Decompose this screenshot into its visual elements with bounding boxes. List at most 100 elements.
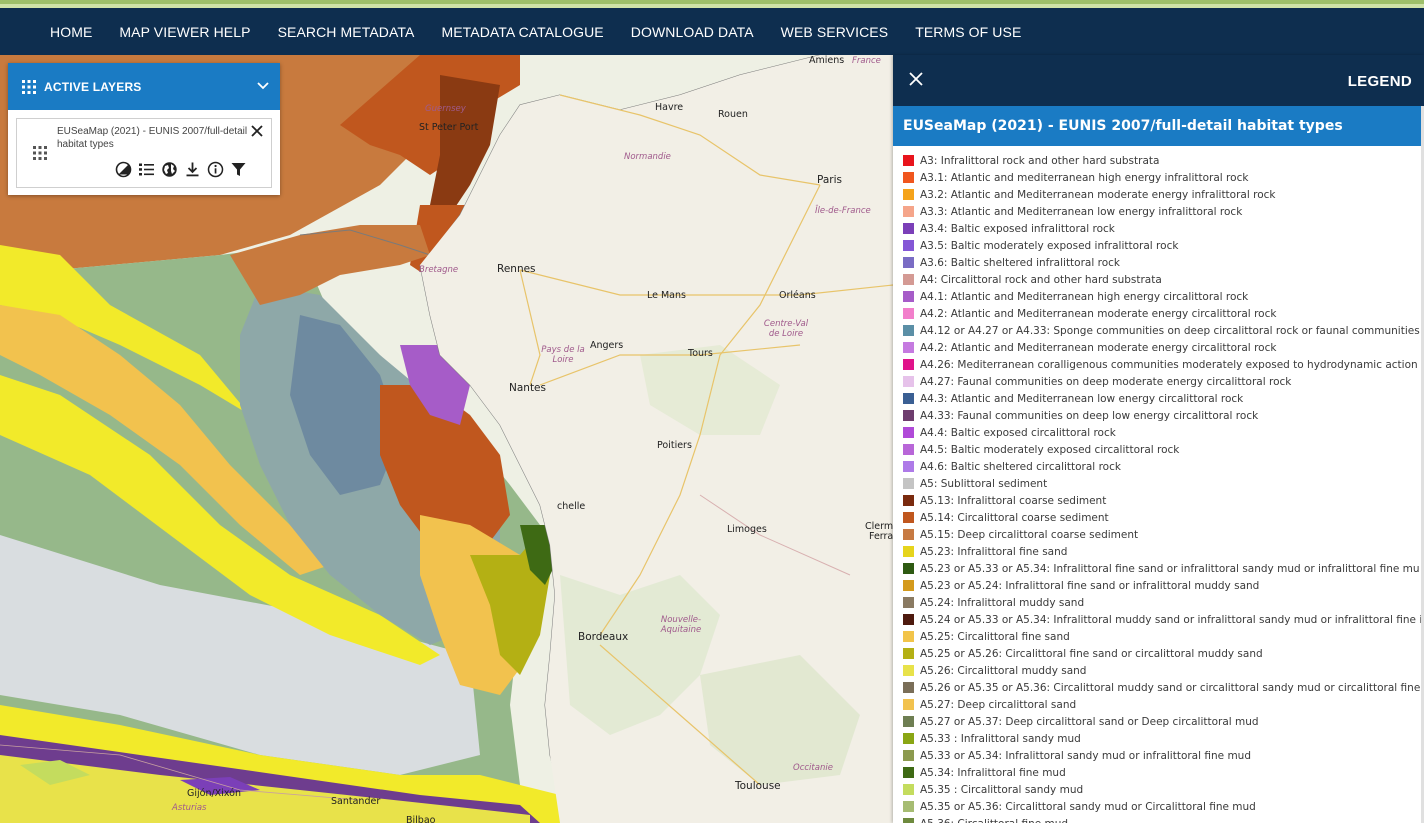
legend-item-label: A4.3: Atlantic and Mediterranean low ene… [920,392,1244,405]
layer-toolbar [115,161,247,178]
legend-item-label: A5.24: Infralittoral muddy sand [920,596,1085,609]
legend-swatch [903,427,914,438]
place-bordeaux: Bordeaux [578,631,629,643]
legend-swatch [903,257,914,268]
legend-swatch [903,308,914,319]
legend-list-icon[interactable] [138,161,155,178]
legend-item-label: A4.2: Atlantic and Mediterranean moderat… [920,307,1277,320]
legend-item-label: A5: Sublittoral sediment [920,477,1048,490]
legend-item: A4.4: Baltic exposed circalittoral rock [893,424,1424,441]
main-navbar: HOME MAP VIEWER HELP SEARCH METADATA MET… [0,8,1424,55]
legend-swatch [903,699,914,710]
nav-search-metadata[interactable]: SEARCH METADATA [278,24,415,40]
place-la-rochelle: chelle [557,501,586,512]
place-st-peter-port: St Peter Port [419,122,479,133]
legend-item-label: A5.26 or A5.35 or A5.36: Circalittoral m… [920,681,1421,694]
legend-item: A4.6: Baltic sheltered circalittoral roc… [893,458,1424,475]
legend-item: A5.23 or A5.24: Infralittoral fine sand … [893,577,1424,594]
region-nouvelle-aquitaine: Nouvelle-Aquitaine [660,615,702,635]
legend-item-label: A5.25: Circalittoral fine sand [920,630,1070,643]
legend-item-label: A4.2: Atlantic and Mediterranean moderat… [920,341,1277,354]
region-asturias: Asturias [172,803,207,813]
legend-item: A3.3: Atlantic and Mediterranean low ene… [893,203,1424,220]
legend-item: A4.26: Mediterranean coralligenous commu… [893,356,1424,373]
legend-item: A5.26: Circalittoral muddy sand [893,662,1424,679]
legend-item: A4.3: Atlantic and Mediterranean low ene… [893,390,1424,407]
legend-swatch [903,682,914,693]
legend-swatch [903,614,914,625]
legend-item-label: A5.35 : Circalittoral sandy mud [920,783,1084,796]
place-le-mans: Le Mans [647,290,686,301]
nav-terms-of-use[interactable]: TERMS OF USE [915,24,1021,40]
legend-swatch [903,410,914,421]
legend-item: A5.15: Deep circalittoral coarse sedimen… [893,526,1424,543]
nav-map-viewer-help[interactable]: MAP VIEWER HELP [119,24,250,40]
layer-item[interactable]: EUSeaMap (2021) - EUNIS 2007/full-detail… [16,118,272,188]
legend-item-label: A5.35 or A5.36: Circalittoral sandy mud … [920,800,1256,813]
legend-item-label: A4.26: Mediterranean coralligenous commu… [920,358,1418,371]
legend-swatch [903,155,914,166]
place-orleans: Orléans [779,290,816,301]
place-angers: Angers [590,340,624,351]
legend-item-label: A4.33: Faunal communities on deep low en… [920,409,1259,422]
legend-item-label: A5.33 : Infralittoral sandy mud [920,732,1081,745]
place-poitiers: Poitiers [657,440,692,451]
place-limoges: Limoges [727,524,767,535]
filter-icon[interactable] [230,161,247,178]
legend-swatch [903,801,914,812]
info-icon[interactable] [207,161,224,178]
legend-item: A5.24 or A5.33 or A5.34: Infralittoral m… [893,611,1424,628]
close-icon[interactable] [909,72,923,86]
place-havre: Havre [655,102,684,113]
legend-item: A4.1: Atlantic and Mediterranean high en… [893,288,1424,305]
legend-item-label: A3.5: Baltic moderately exposed infralit… [920,239,1179,252]
legend-item: A5.26 or A5.35 or A5.36: Circalittoral m… [893,679,1424,696]
legend-swatch [903,580,914,591]
legend-item: A3: Infralittoral rock and other hard su… [893,152,1424,169]
legend-item: A4.27: Faunal communities on deep modera… [893,373,1424,390]
grid-icon [22,79,36,94]
legend-swatch [903,631,914,642]
region-ile-de-france: Île-de-France [815,206,871,216]
place-santander: Santander [331,796,381,807]
active-layers-header[interactable]: ACTIVE LAYERS [8,63,280,110]
legend-swatch [903,750,914,761]
nav-metadata-catalogue[interactable]: METADATA CATALOGUE [441,24,603,40]
legend-swatch [903,223,914,234]
top-accent-strip [0,0,1424,8]
active-layers-panel: ACTIVE LAYERS EUSeaMap (2021) - EUNIS 20… [8,63,280,195]
chevron-down-icon[interactable] [256,79,270,93]
legend-item: A5.25: Circalittoral fine sand [893,628,1424,645]
region-bretagne: Bretagne [419,265,459,275]
legend-item-label: A4.27: Faunal communities on deep modera… [920,375,1292,388]
drag-handle-icon[interactable] [33,146,47,160]
legend-swatch [903,767,914,778]
legend-item-label: A5.23 or A5.24: Infralittoral fine sand … [920,579,1260,592]
download-icon[interactable] [184,161,201,178]
place-gijon: Gijón/Xixón [187,788,241,799]
nav-home[interactable]: HOME [50,24,92,40]
legend-swatch [903,597,914,608]
region-pays-de-la-loire: Pays de la Loire [541,345,585,365]
legend-layer-title: EUSeaMap (2021) - EUNIS 2007/full-detail… [893,106,1424,146]
legend-swatch [903,648,914,659]
active-layers-title: ACTIVE LAYERS [44,79,142,94]
legend-item-label: A4.4: Baltic exposed circalittoral rock [920,426,1116,439]
legend-swatch [903,444,914,455]
legend-item-label: A3.2: Atlantic and Mediterranean moderat… [920,188,1276,201]
legend-item-label: A5.26: Circalittoral muddy sand [920,664,1087,677]
nav-web-services[interactable]: WEB SERVICES [781,24,889,40]
legend-swatch [903,733,914,744]
legend-swatch [903,818,914,823]
close-icon[interactable] [249,123,265,139]
legend-item: A5.23: Infralittoral fine sand [893,543,1424,560]
legend-item-label: A3.6: Baltic sheltered infralittoral roc… [920,256,1120,269]
globe-icon[interactable] [161,161,178,178]
legend-swatch [903,716,914,727]
legend-swatch [903,172,914,183]
legend-item: A3.5: Baltic moderately exposed infralit… [893,237,1424,254]
nav-download-data[interactable]: DOWNLOAD DATA [631,24,754,40]
legend-list[interactable]: A3: Infralittoral rock and other hard su… [893,146,1424,823]
place-paris: Paris [817,174,842,186]
opacity-icon[interactable] [115,161,132,178]
